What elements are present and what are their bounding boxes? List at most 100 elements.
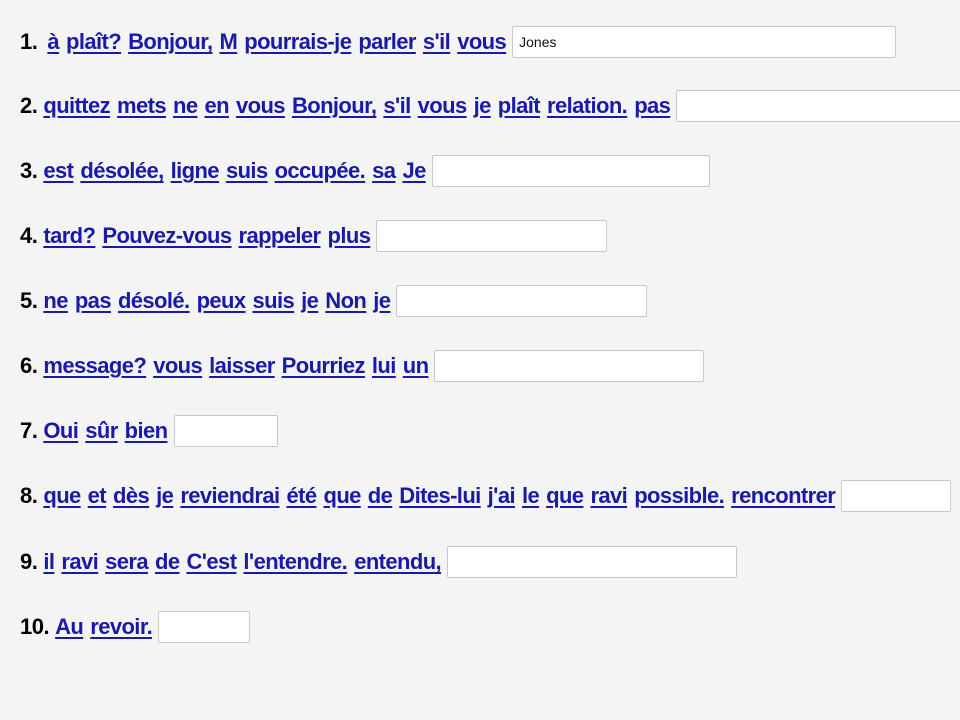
word-link[interactable]: suis bbox=[253, 288, 295, 314]
word-link[interactable]: entendu, bbox=[354, 549, 441, 575]
word-link[interactable]: à bbox=[47, 29, 59, 55]
word-link[interactable]: ligne bbox=[171, 158, 220, 184]
word-link[interactable]: que bbox=[546, 483, 584, 509]
word-link[interactable]: j'ai bbox=[488, 483, 516, 509]
exercise-row-2: 2. quittez mets ne en vous Bonjour, s'il… bbox=[20, 89, 960, 123]
word-link[interactable]: de bbox=[368, 483, 393, 509]
word-link[interactable]: Je bbox=[402, 158, 426, 184]
word-link[interactable]: vous bbox=[457, 29, 507, 55]
exercise-row-7: 7. Oui sûr bien bbox=[20, 414, 960, 448]
exercise-row-1: 1. à plaît? Bonjour, M pourrais-je parle… bbox=[20, 25, 960, 59]
word-link[interactable]: pourrais-je bbox=[244, 29, 352, 55]
word-link[interactable]: Bonjour, bbox=[128, 29, 213, 55]
answer-input-7[interactable] bbox=[173, 415, 278, 447]
row-number: 5. bbox=[20, 288, 38, 313]
exercise-row-5: 5. ne pas désolé. peux suis je Non je bbox=[20, 284, 960, 318]
word-link[interactable]: plaît? bbox=[66, 29, 122, 55]
answer-input-5[interactable] bbox=[396, 285, 648, 317]
answer-input-10[interactable] bbox=[158, 611, 251, 643]
word-link[interactable]: vous bbox=[153, 353, 203, 379]
word-link[interactable]: Pourriez bbox=[282, 353, 366, 379]
word-link[interactable]: rencontrer bbox=[731, 483, 836, 509]
word-link[interactable]: vous bbox=[418, 93, 468, 119]
word-link[interactable]: pas bbox=[75, 288, 112, 314]
word-link[interactable]: ne bbox=[173, 93, 198, 119]
word-link[interactable]: Dites-lui bbox=[399, 483, 481, 509]
word-link[interactable]: je bbox=[373, 288, 391, 314]
word-link[interactable]: ne bbox=[43, 288, 68, 314]
answer-input-1[interactable] bbox=[512, 26, 897, 58]
row-number: 9. bbox=[20, 549, 38, 574]
row-number: 1. bbox=[20, 29, 38, 54]
word-link[interactable]: que bbox=[323, 483, 361, 509]
word-link[interactable]: je bbox=[156, 483, 174, 509]
word-link[interactable]: s'il bbox=[383, 93, 411, 119]
word-link[interactable]: plaît bbox=[498, 93, 541, 119]
word-link[interactable]: rappeler bbox=[238, 223, 321, 249]
word-link[interactable]: Bonjour, bbox=[292, 93, 377, 119]
exercise-row-6: 6. message? vous laisser Pourriez lui un bbox=[20, 349, 960, 383]
row-number: 8. bbox=[20, 483, 38, 508]
answer-input-2[interactable] bbox=[676, 90, 960, 122]
answer-input-8[interactable] bbox=[841, 480, 952, 512]
answer-input-3[interactable] bbox=[431, 155, 710, 187]
word-link[interactable]: vous bbox=[236, 93, 286, 119]
word-link[interactable]: et bbox=[88, 483, 107, 509]
word-link[interactable]: désolée, bbox=[80, 158, 164, 184]
word-link[interactable]: C'est bbox=[187, 549, 238, 575]
word-link[interactable]: Non bbox=[325, 288, 367, 314]
row-number: 4. bbox=[20, 223, 38, 248]
row-number: 7. bbox=[20, 418, 38, 443]
row-number: 6. bbox=[20, 353, 38, 378]
word-link[interactable]: de bbox=[155, 549, 180, 575]
word-link[interactable]: tard? bbox=[43, 223, 96, 249]
answer-input-9[interactable] bbox=[447, 546, 738, 578]
word-link[interactable]: s'il bbox=[423, 29, 451, 55]
word-link[interactable]: reviendrai bbox=[180, 483, 280, 509]
word-link[interactable]: est bbox=[43, 158, 74, 184]
word-link[interactable]: Oui bbox=[43, 418, 78, 444]
word-link[interactable]: je bbox=[301, 288, 319, 314]
word-link[interactable]: pas bbox=[634, 93, 671, 119]
word-link[interactable]: relation. bbox=[547, 93, 628, 119]
exercise-row-4: 4. tard? Pouvez-vous rappeler plus bbox=[20, 219, 960, 253]
word-link[interactable]: en bbox=[205, 93, 230, 119]
answer-input-4[interactable] bbox=[376, 220, 608, 252]
word-link[interactable]: il bbox=[43, 549, 55, 575]
word-link[interactable]: occupée. bbox=[275, 158, 366, 184]
word-link[interactable]: lui bbox=[372, 353, 396, 379]
word-link[interactable]: mets bbox=[117, 93, 167, 119]
row-number: 10. bbox=[20, 614, 50, 639]
word-link[interactable]: Au bbox=[55, 614, 84, 640]
word-link[interactable]: désolé. bbox=[118, 288, 190, 314]
word-link[interactable]: revoir. bbox=[90, 614, 152, 640]
word-link[interactable]: que bbox=[43, 483, 81, 509]
word-link[interactable]: message? bbox=[43, 353, 146, 379]
exercise-row-3: 3. est désolée, ligne suis occupée. sa J… bbox=[20, 154, 960, 188]
row-number: 3. bbox=[20, 158, 38, 183]
word-link[interactable]: sera bbox=[105, 549, 148, 575]
word-link[interactable]: été bbox=[286, 483, 317, 509]
word-link[interactable]: bien bbox=[125, 418, 168, 444]
word-link[interactable]: sûr bbox=[85, 418, 118, 444]
word-link[interactable]: l'entendre. bbox=[243, 549, 347, 575]
word-link[interactable]: un bbox=[403, 353, 429, 379]
word-link[interactable]: suis bbox=[226, 158, 268, 184]
word-link[interactable]: parler bbox=[358, 29, 416, 55]
word-link[interactable]: ravi bbox=[61, 549, 98, 575]
word-link[interactable]: peux bbox=[197, 288, 247, 314]
word-link[interactable]: dès bbox=[113, 483, 150, 509]
word-link[interactable]: ravi bbox=[590, 483, 627, 509]
word-link[interactable]: plus bbox=[328, 223, 371, 249]
word-link[interactable]: M bbox=[220, 29, 238, 55]
word-link[interactable]: laisser bbox=[209, 353, 275, 379]
word-link[interactable]: quittez bbox=[43, 93, 110, 119]
word-link[interactable]: Pouvez-vous bbox=[102, 223, 232, 249]
word-link[interactable]: le bbox=[522, 483, 540, 509]
word-link[interactable]: je bbox=[474, 93, 492, 119]
exercise-row-8: 8. que et dès je reviendrai été que de D… bbox=[20, 479, 960, 513]
word-link[interactable]: sa bbox=[372, 158, 396, 184]
answer-input-6[interactable] bbox=[434, 350, 705, 382]
row-number: 2. bbox=[20, 93, 38, 118]
word-link[interactable]: possible. bbox=[634, 483, 725, 509]
